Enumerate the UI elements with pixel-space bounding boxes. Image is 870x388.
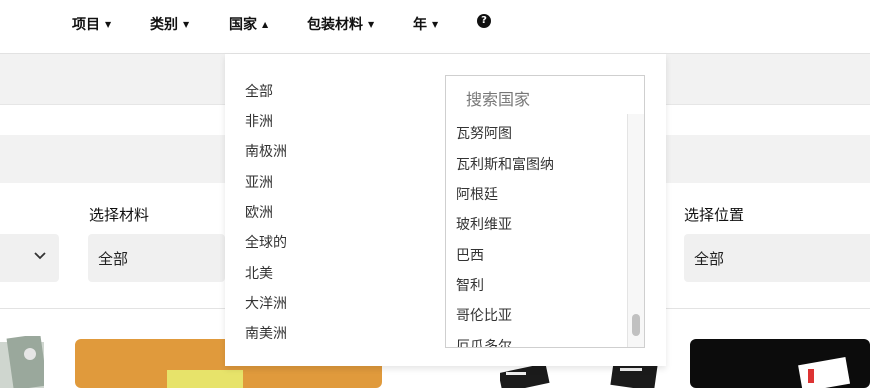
continent-item-north-america[interactable]: 北美 bbox=[245, 263, 273, 283]
caret-down-icon: ▼ bbox=[183, 20, 190, 29]
continent-item-south-america[interactable]: 南美洲 bbox=[245, 323, 287, 343]
nav-item-year[interactable]: 年 ▼ bbox=[413, 14, 438, 34]
country-item[interactable]: 瓦努阿图 bbox=[456, 123, 512, 143]
left-select-dropdown[interactable] bbox=[0, 234, 59, 282]
country-item[interactable]: 智利 bbox=[456, 275, 484, 295]
continent-item-all[interactable]: 全部 bbox=[245, 81, 273, 101]
country-list-scrollbar[interactable] bbox=[627, 114, 644, 347]
nav-item-label: 年 bbox=[413, 17, 427, 33]
country-dropdown-panel: 全部 非洲 南极洲 亚洲 欧洲 全球的 北美 大洋洲 南美洲 搜索国家 瓦努阿图… bbox=[225, 54, 666, 366]
continent-item-antarctica[interactable]: 南极洲 bbox=[245, 141, 287, 161]
nav-item-label: 项目 bbox=[72, 17, 100, 33]
chevron-down-icon bbox=[34, 252, 46, 260]
country-item[interactable]: 阿根廷 bbox=[456, 184, 498, 204]
nav-item-country[interactable]: 国家 ▲ bbox=[229, 14, 268, 34]
top-nav: 项目 ▼ 类别 ▼ 国家 ▲ 包装材料 ▼ 年 ▼ ? bbox=[0, 0, 870, 54]
nav-item-projects[interactable]: 项目 ▼ bbox=[72, 14, 111, 34]
continent-item-oceania[interactable]: 大洋洲 bbox=[245, 293, 287, 313]
position-select-value: 全部 bbox=[694, 250, 725, 268]
product-thumbnail-4[interactable] bbox=[690, 339, 870, 388]
material-select-value: 全部 bbox=[98, 250, 129, 268]
continent-item-africa[interactable]: 非洲 bbox=[245, 111, 273, 131]
continent-item-asia[interactable]: 亚洲 bbox=[245, 172, 273, 192]
material-filter-label: 选择材料 bbox=[89, 206, 150, 224]
continent-item-global[interactable]: 全球的 bbox=[245, 232, 287, 252]
continent-item-europe[interactable]: 欧洲 bbox=[245, 202, 273, 222]
caret-up-icon: ▲ bbox=[262, 20, 269, 29]
country-item[interactable]: 玻利维亚 bbox=[456, 214, 512, 234]
country-item[interactable]: 瓦利斯和富图纳 bbox=[456, 154, 554, 174]
country-item[interactable]: 巴西 bbox=[456, 245, 484, 265]
nav-item-packaging-material[interactable]: 包装材料 ▼ bbox=[307, 14, 374, 34]
country-search-input[interactable]: 搜索国家 bbox=[445, 75, 645, 115]
caret-down-icon: ▼ bbox=[432, 20, 439, 29]
help-icon[interactable]: ? bbox=[477, 14, 491, 28]
country-item[interactable]: 哥伦比亚 bbox=[456, 305, 512, 325]
caret-down-icon: ▼ bbox=[105, 20, 112, 29]
nav-item-categories[interactable]: 类别 ▼ bbox=[150, 14, 189, 34]
position-select[interactable]: 全部 bbox=[684, 234, 870, 282]
scrollbar-thumb[interactable] bbox=[632, 314, 640, 336]
product-thumbnail-1[interactable] bbox=[0, 336, 44, 388]
country-item[interactable]: 厄瓜多尔 bbox=[456, 336, 512, 347]
nav-item-label: 类别 bbox=[150, 17, 178, 33]
country-list[interactable]: 瓦努阿图 瓦利斯和富图纳 阿根廷 玻利维亚 巴西 智利 哥伦比亚 厄瓜多尔 bbox=[445, 114, 645, 348]
material-select[interactable]: 全部 bbox=[88, 234, 225, 282]
nav-item-label: 国家 bbox=[229, 17, 257, 33]
nav-item-label: 包装材料 bbox=[307, 17, 363, 33]
position-filter-label: 选择位置 bbox=[684, 206, 745, 224]
caret-down-icon: ▼ bbox=[368, 20, 375, 29]
